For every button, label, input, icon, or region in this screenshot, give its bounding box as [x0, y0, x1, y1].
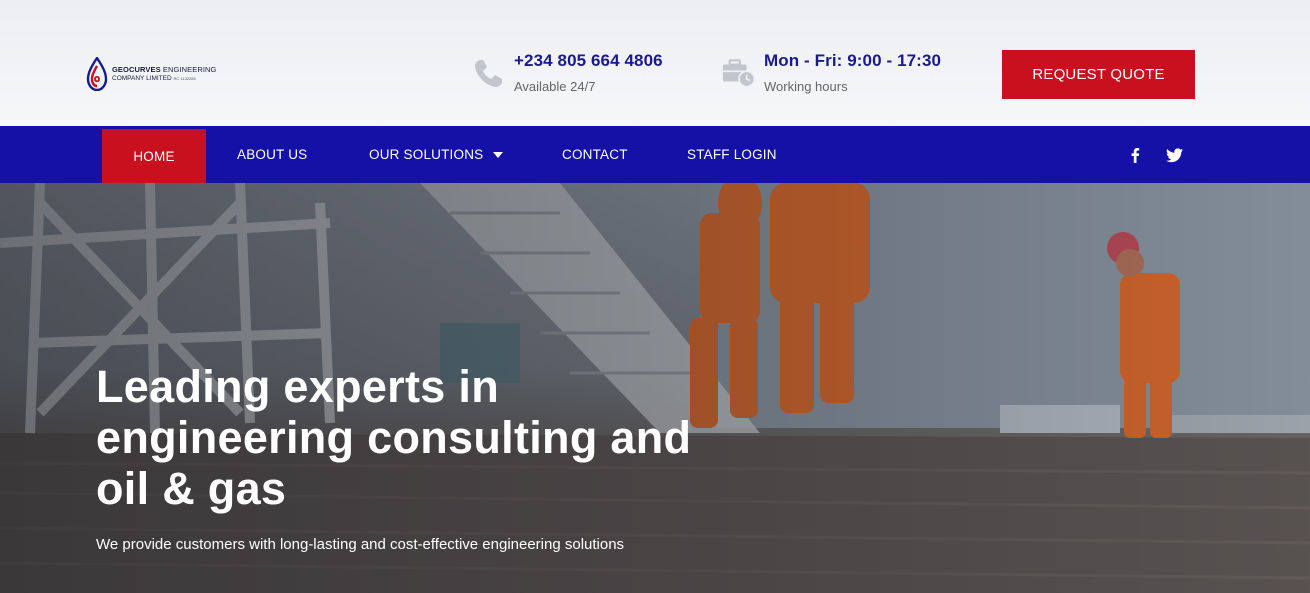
logo-brand: GEOCURVES — [112, 65, 161, 74]
hero-subtitle: We provide customers with long-lasting a… — [96, 536, 625, 553]
facebook-icon — [1131, 147, 1140, 163]
nav-item-about-us[interactable]: ABOUT US — [237, 126, 307, 183]
chevron-down-icon — [493, 151, 504, 158]
logo-rc-number: RC 1132285 — [173, 75, 196, 81]
hero-section: Leading experts in engineering consultin… — [0, 183, 1310, 593]
phone-info: +234 805 664 4806 Available 24/7 — [472, 50, 663, 94]
logo-company: COMPANY LIMITED — [112, 74, 172, 82]
briefcase-clock-icon — [722, 59, 756, 88]
main-nav: HOME ABOUT US OUR SOLUTIONS CONTACT STAF… — [0, 126, 1310, 183]
hours-text: Mon - Fri: 9:00 - 17:30 — [764, 51, 942, 70]
phone-availability: Available 24/7 — [514, 79, 596, 94]
request-quote-button[interactable]: REQUEST QUOTE — [1002, 50, 1195, 99]
hours-info: Mon - Fri: 9:00 - 17:30 Working hours — [722, 50, 941, 94]
nav-item-staff-login[interactable]: STAFF LOGIN — [687, 126, 777, 183]
nav-item-our-solutions[interactable]: OUR SOLUTIONS — [369, 126, 504, 183]
hours-label: Working hours — [764, 79, 848, 94]
phone-number[interactable]: +234 805 664 4806 — [514, 50, 663, 72]
logo-mark-icon — [86, 57, 108, 91]
company-logo[interactable]: GEOCURVES ENGINEERING COMPANY LIMITED RC… — [86, 57, 217, 91]
hero-title: Leading experts in engineering consultin… — [96, 361, 692, 514]
nav-item-our-solutions-label: OUR SOLUTIONS — [369, 147, 484, 162]
twitter-icon — [1166, 147, 1183, 162]
top-header: GEOCURVES ENGINEERING COMPANY LIMITED RC… — [0, 0, 1310, 126]
logo-brand-rest: ENGINEERING — [160, 65, 217, 74]
nav-item-contact[interactable]: CONTACT — [562, 126, 628, 183]
facebook-link[interactable] — [1128, 126, 1142, 183]
nav-item-home[interactable]: HOME — [102, 129, 206, 183]
twitter-link[interactable] — [1166, 126, 1184, 183]
phone-icon — [475, 60, 502, 87]
